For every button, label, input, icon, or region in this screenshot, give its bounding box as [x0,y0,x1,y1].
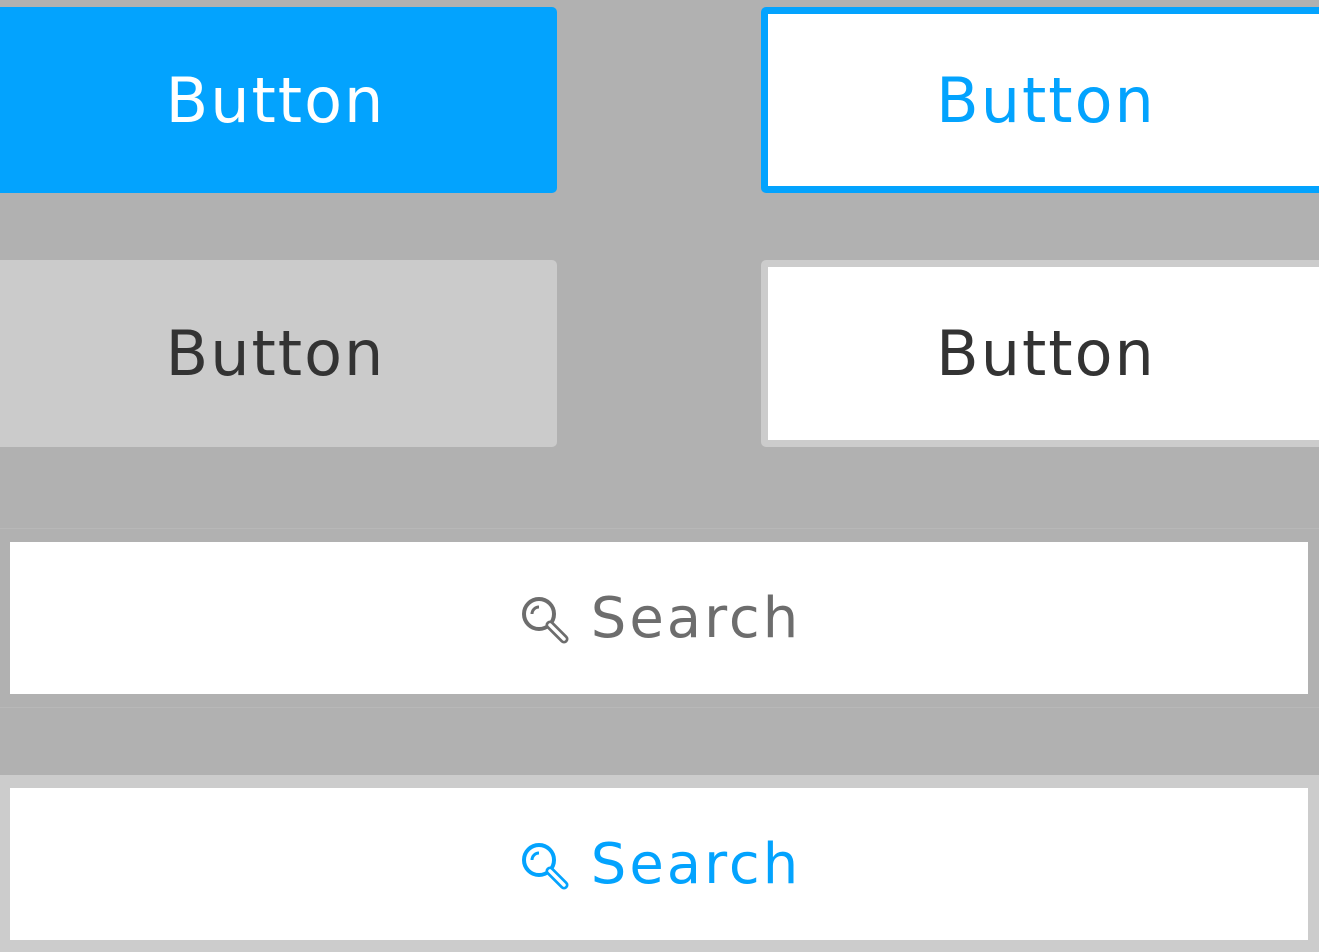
search-placeholder-default: Search [590,585,802,651]
secondary-filled-button[interactable]: Button [0,260,557,447]
secondary-outline-button[interactable]: Button [761,260,1319,447]
secondary-filled-button-label: Button [165,317,386,390]
secondary-outline-button-label: Button [936,317,1156,390]
primary-filled-button-label: Button [165,63,386,137]
primary-outline-button[interactable]: Button [761,7,1319,193]
ui-canvas: Button Button Button Button Search Searc… [0,0,1319,952]
search-input-active[interactable]: Search [10,788,1308,940]
search-input-default[interactable]: Search [10,542,1308,694]
primary-filled-button[interactable]: Button [0,7,557,193]
search-placeholder-active: Search [590,831,802,897]
primary-outline-button-label: Button [936,63,1156,137]
search-icon [517,838,571,892]
search-icon [517,592,571,646]
